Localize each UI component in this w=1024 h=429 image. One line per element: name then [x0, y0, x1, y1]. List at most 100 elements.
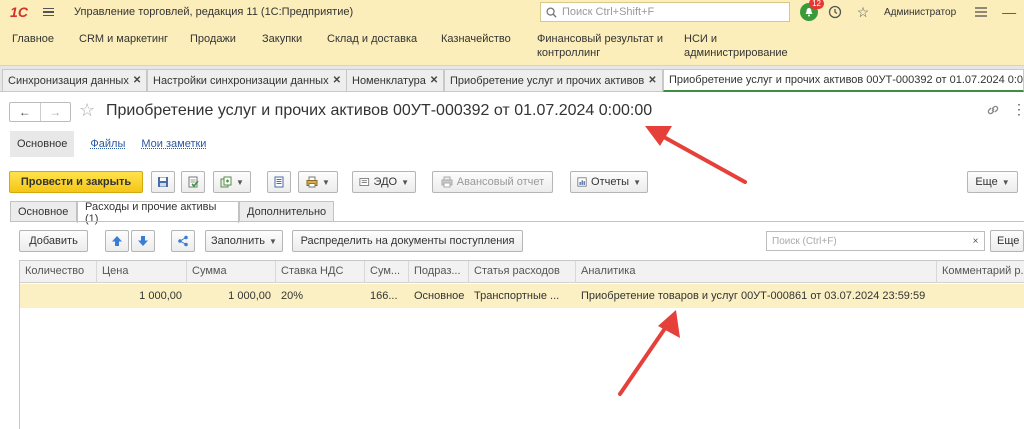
- table-header: Количество Цена Сумма Ставка НДС Сум... …: [20, 261, 1024, 283]
- nav-main[interactable]: Основное: [10, 131, 75, 157]
- cell-expense-item[interactable]: Транспортные ...: [469, 284, 576, 308]
- column-header[interactable]: Комментарий р...: [937, 261, 1024, 283]
- minimize-icon[interactable]: —: [998, 0, 1020, 24]
- forward-arrow-icon[interactable]: →: [39, 103, 71, 121]
- post-and-close-button[interactable]: Провести и закрыть: [9, 171, 143, 193]
- cell-vat-amount[interactable]: 166...: [365, 284, 409, 308]
- table-search-input[interactable]: Поиск (Ctrl+F): [766, 231, 968, 251]
- advance-report-label: Авансовый отчет: [456, 176, 545, 188]
- share-button[interactable]: [171, 230, 195, 252]
- user-name[interactable]: Администратор: [884, 7, 956, 18]
- edo-label: ЭДО: [373, 176, 398, 188]
- window-tab-label: Синхронизация данных: [8, 74, 129, 87]
- table-more-button[interactable]: Еще: [990, 230, 1024, 252]
- section-crm[interactable]: CRM и маркетинг: [79, 32, 168, 46]
- print-button[interactable]: ▼: [298, 171, 338, 193]
- window-tab-current-document[interactable]: Приобретение услуг и прочих активов 00УТ…: [663, 69, 1024, 92]
- move-down-button[interactable]: [131, 230, 155, 252]
- history-nav: ← →: [9, 102, 71, 122]
- tab-additional[interactable]: Дополнительно: [239, 201, 334, 222]
- section-nsi-admin[interactable]: НСИ и администрирование: [684, 32, 794, 60]
- fill-button[interactable]: Заполнить ▼: [205, 230, 283, 252]
- window-tab-sync[interactable]: Синхронизация данных ✕: [2, 69, 148, 91]
- reports-icon: [577, 177, 587, 187]
- column-header[interactable]: Сум...: [365, 261, 409, 283]
- post-button[interactable]: [181, 171, 205, 193]
- global-search-placeholder: Поиск Ctrl+Shift+F: [562, 6, 655, 18]
- link-icon[interactable]: [986, 103, 1000, 120]
- column-header[interactable]: Ставка НДС: [276, 261, 365, 283]
- settings-menu-icon[interactable]: [970, 0, 992, 24]
- cell-price[interactable]: 1 000,00: [97, 284, 187, 308]
- notifications-bell-icon[interactable]: 12: [800, 0, 824, 21]
- dropdown-caret-icon: ▼: [236, 177, 244, 187]
- more-button[interactable]: Еще ▼: [967, 171, 1018, 193]
- window-tab-label: Настройки синхронизации данных: [153, 74, 329, 87]
- reports-label: Отчеты: [591, 176, 630, 188]
- section-purchases[interactable]: Закупки: [262, 32, 302, 46]
- post-document-icon: [188, 176, 199, 188]
- close-icon[interactable]: ✕: [133, 75, 141, 86]
- close-icon[interactable]: ✕: [648, 75, 656, 86]
- cell-department[interactable]: Основное: [409, 284, 469, 308]
- distribute-button[interactable]: Распределить на документы поступления: [292, 230, 523, 252]
- close-icon[interactable]: ✕: [333, 75, 341, 86]
- window-tab-sync-settings[interactable]: Настройки синхронизации данных ✕: [147, 69, 347, 91]
- advance-report-button[interactable]: Авансовый отчет: [432, 171, 553, 193]
- section-panel: Главное CRM и маркетинг Продажи Закупки …: [0, 24, 1024, 66]
- global-search-input[interactable]: Поиск Ctrl+Shift+F: [540, 2, 790, 22]
- cell-vat-rate[interactable]: 20%: [276, 284, 365, 308]
- section-treasury[interactable]: Казначейство: [441, 32, 511, 46]
- close-icon[interactable]: ✕: [430, 75, 438, 86]
- app-title: Управление торговлей, редакция 11 (1С:Пр…: [74, 6, 354, 18]
- create-based-on-icon: [220, 176, 232, 188]
- printer-icon: [441, 176, 453, 188]
- section-financial-result[interactable]: Финансовый результат и контроллинг: [537, 32, 667, 60]
- add-row-button[interactable]: Добавить: [19, 230, 88, 252]
- column-header[interactable]: Сумма: [187, 261, 276, 283]
- favorites-star-icon[interactable]: ☆: [852, 0, 874, 24]
- expenses-table: Количество Цена Сумма Ставка НДС Сум... …: [19, 260, 1024, 429]
- edo-icon: [359, 178, 370, 186]
- nav-notes-link[interactable]: Мои заметки: [141, 138, 206, 150]
- reports-button[interactable]: Отчеты ▼: [570, 171, 648, 193]
- column-header[interactable]: Подраз...: [409, 261, 469, 283]
- open-windows-bar: Синхронизация данных ✕ Настройки синхрони…: [0, 66, 1024, 92]
- main-menu-icon[interactable]: [38, 0, 60, 24]
- dropdown-caret-icon: ▼: [269, 236, 277, 246]
- window-tab-label: Приобретение услуг и прочих активов 00УТ…: [669, 74, 1024, 86]
- cell-analytics[interactable]: Приобретение товаров и услуг 00УТ-000861…: [576, 284, 937, 308]
- window-tab-label: Номенклатура: [352, 74, 426, 87]
- section-warehouse[interactable]: Склад и доставка: [327, 32, 417, 46]
- column-header[interactable]: Статья расходов: [469, 261, 576, 283]
- cell-comment[interactable]: [937, 284, 1024, 308]
- tab-expenses-assets[interactable]: Расходы и прочие активы (1): [77, 201, 239, 225]
- column-header[interactable]: Аналитика: [576, 261, 937, 283]
- history-icon[interactable]: [824, 0, 846, 24]
- nav-files-link[interactable]: Файлы: [90, 138, 125, 150]
- bookmark-star-icon[interactable]: ☆: [79, 100, 95, 121]
- table-row[interactable]: 1 000,00 1 000,00 20% 166... Основное Тр…: [20, 284, 1024, 308]
- edo-button[interactable]: ЭДО ▼: [352, 171, 416, 193]
- dropdown-caret-icon: ▼: [633, 177, 641, 187]
- tab-main[interactable]: Основное: [10, 201, 77, 222]
- more-actions-icon[interactable]: ⋮: [1012, 101, 1024, 118]
- print-icon: [306, 176, 318, 188]
- cell-quantity[interactable]: [20, 284, 97, 308]
- save-button[interactable]: [151, 171, 175, 193]
- section-main[interactable]: Главное: [12, 32, 54, 46]
- move-up-button[interactable]: [105, 230, 129, 252]
- column-header[interactable]: Цена: [97, 261, 187, 283]
- window-tab-nomenclature[interactable]: Номенклатура ✕: [346, 69, 445, 91]
- arrow-down-icon: [138, 236, 148, 246]
- window-tab-purchases-list[interactable]: Приобретение услуг и прочих активов ✕: [444, 69, 663, 91]
- page-title: Приобретение услуг и прочих активов 00УТ…: [106, 102, 653, 119]
- column-header[interactable]: Количество: [20, 261, 97, 283]
- search-clear-icon[interactable]: ×: [967, 231, 985, 251]
- structure-button[interactable]: [267, 171, 291, 193]
- more-label: Еще: [975, 176, 998, 188]
- section-sales[interactable]: Продажи: [190, 32, 236, 46]
- back-arrow-icon[interactable]: ←: [10, 103, 40, 121]
- cell-amount[interactable]: 1 000,00: [187, 284, 276, 308]
- create-based-on-button[interactable]: ▼: [213, 171, 251, 193]
